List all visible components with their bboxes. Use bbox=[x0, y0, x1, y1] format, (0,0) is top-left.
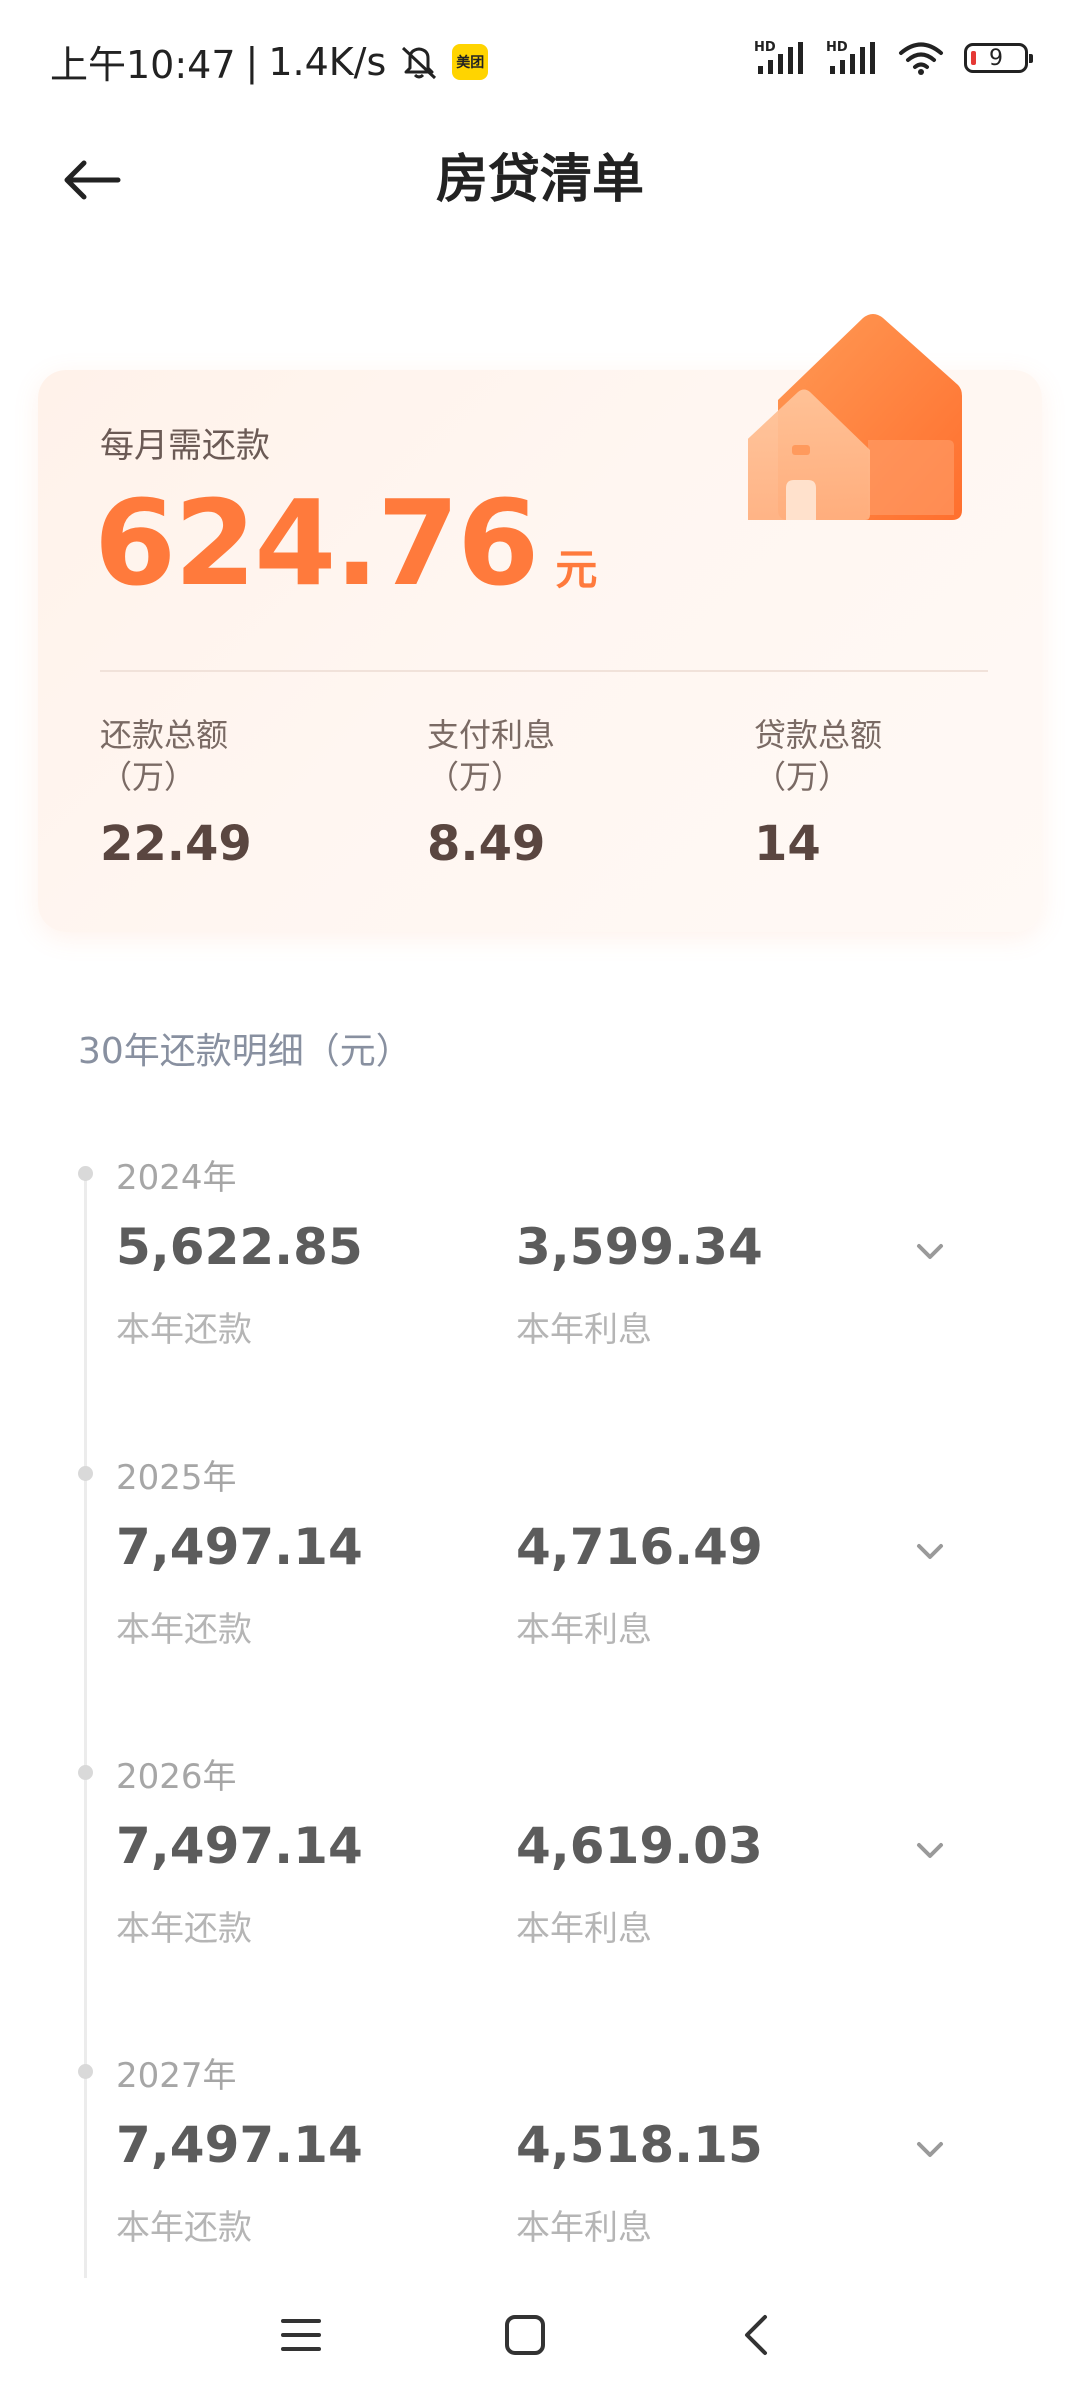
signal-icon: HD bbox=[826, 40, 875, 74]
year-repayment-amount: 7,497.14 bbox=[116, 2116, 363, 2174]
stat-unit: （万） bbox=[100, 758, 197, 796]
system-nav-bar bbox=[0, 2270, 1080, 2400]
stat-label: 贷款总额 bbox=[754, 716, 883, 754]
year-label: 2025年 bbox=[116, 1458, 237, 1498]
stat-interest-paid: 支付利息 （万） 8.49 bbox=[427, 714, 687, 872]
signal-label: HD bbox=[826, 40, 848, 55]
timeline-dot bbox=[78, 1765, 93, 1780]
stat-total-repayment: 还款总额 （万） 22.49 bbox=[100, 714, 360, 872]
stat-loan-amount: 贷款总额 （万） 14 bbox=[754, 714, 1014, 872]
stat-value: 8.49 bbox=[427, 816, 546, 872]
status-left: 上午10:47 | 1.4K/s 美团 bbox=[50, 34, 489, 89]
chevron-down-icon bbox=[917, 1244, 943, 1259]
chevron-down-icon bbox=[917, 2142, 943, 2157]
year-interest-label: 本年利息 bbox=[516, 2208, 652, 2248]
detail-section-title: 30年还款明细（元） bbox=[78, 1031, 412, 1072]
signal-label: HD bbox=[754, 40, 776, 55]
year-interest-label: 本年利息 bbox=[516, 1310, 652, 1350]
chevron-down-icon bbox=[917, 1843, 943, 1858]
timeline-dot bbox=[78, 2064, 93, 2079]
home-square-icon bbox=[505, 2315, 545, 2355]
expand-button[interactable] bbox=[906, 1831, 954, 1871]
year-interest-amount: 4,619.03 bbox=[516, 1817, 763, 1875]
year-interest-label: 本年利息 bbox=[516, 1610, 652, 1650]
year-repayment-label: 本年还款 bbox=[116, 2208, 252, 2248]
arrow-left-icon bbox=[64, 160, 121, 200]
stat-unit: （万） bbox=[427, 758, 524, 796]
chevron-down-icon bbox=[917, 1544, 943, 1559]
mute-icon bbox=[402, 46, 437, 79]
year-row-2024[interactable]: 2024年 5,622.85 3,599.34 本年还款 本年利息 bbox=[0, 1158, 1080, 1466]
year-repayment-label: 本年还款 bbox=[116, 1909, 252, 1949]
year-interest-amount: 4,716.49 bbox=[516, 1518, 763, 1576]
meituan-icon: 美团 bbox=[452, 43, 489, 80]
year-label: 2027年 bbox=[116, 2056, 237, 2096]
year-repayment-amount: 7,497.14 bbox=[116, 1518, 363, 1576]
battery-fill bbox=[971, 51, 976, 65]
page-title: 房贷清单 bbox=[435, 150, 644, 210]
status-separator: | bbox=[245, 39, 259, 84]
year-label: 2026年 bbox=[116, 1757, 237, 1797]
year-interest-amount: 3,599.34 bbox=[516, 1218, 763, 1276]
menu-icon bbox=[281, 2319, 321, 2351]
year-interest-amount: 4,518.15 bbox=[516, 2116, 763, 2174]
monthly-payment-label: 每月需还款 bbox=[100, 426, 270, 466]
status-right: HD HD 9 bbox=[754, 38, 1033, 78]
back-button[interactable] bbox=[62, 140, 152, 220]
status-bar: 上午10:47 | 1.4K/s 美团 HD HD 9 bbox=[0, 0, 1080, 120]
expand-button[interactable] bbox=[906, 1232, 954, 1272]
year-interest-label: 本年利息 bbox=[516, 1909, 652, 1949]
signal-icon: HD bbox=[754, 40, 803, 74]
network-speed: 1.4K/s bbox=[268, 39, 387, 84]
menu-button[interactable] bbox=[256, 2290, 346, 2380]
expand-button[interactable] bbox=[906, 1532, 954, 1572]
year-repayment-label: 本年还款 bbox=[116, 1310, 252, 1350]
year-row-2025[interactable]: 2025年 7,497.14 4,716.49 本年还款 本年利息 bbox=[0, 1458, 1080, 1766]
year-repayment-amount: 5,622.85 bbox=[116, 1218, 363, 1276]
battery-icon: 9 bbox=[964, 43, 1033, 73]
stat-label: 还款总额 bbox=[100, 716, 229, 754]
stat-value: 14 bbox=[754, 816, 821, 872]
year-repayment-label: 本年还款 bbox=[116, 1610, 252, 1650]
status-time: 上午10:47 bbox=[50, 43, 236, 87]
monthly-payment: 624.76 元 bbox=[94, 474, 597, 612]
wifi-icon bbox=[899, 42, 943, 75]
house-icon bbox=[748, 314, 962, 520]
year-repayment-amount: 7,497.14 bbox=[116, 1817, 363, 1875]
nav-back-button[interactable] bbox=[710, 2290, 800, 2380]
timeline-dot bbox=[78, 1466, 93, 1481]
home-button[interactable] bbox=[480, 2290, 570, 2380]
timeline-dot bbox=[78, 1166, 93, 1181]
battery-level: 9 bbox=[989, 45, 1003, 71]
stat-unit: （万） bbox=[754, 758, 851, 796]
year-label: 2024年 bbox=[116, 1158, 237, 1198]
monthly-payment-amount: 624.76 bbox=[94, 474, 539, 612]
stat-label: 支付利息 bbox=[427, 716, 556, 754]
card-divider bbox=[100, 670, 988, 672]
year-row-2026[interactable]: 2026年 7,497.14 4,619.03 本年还款 本年利息 bbox=[0, 1757, 1080, 2065]
stat-value: 22.49 bbox=[100, 816, 252, 872]
monthly-payment-unit: 元 bbox=[555, 545, 598, 594]
back-chevron-icon bbox=[745, 2315, 767, 2355]
expand-button[interactable] bbox=[906, 2130, 954, 2170]
